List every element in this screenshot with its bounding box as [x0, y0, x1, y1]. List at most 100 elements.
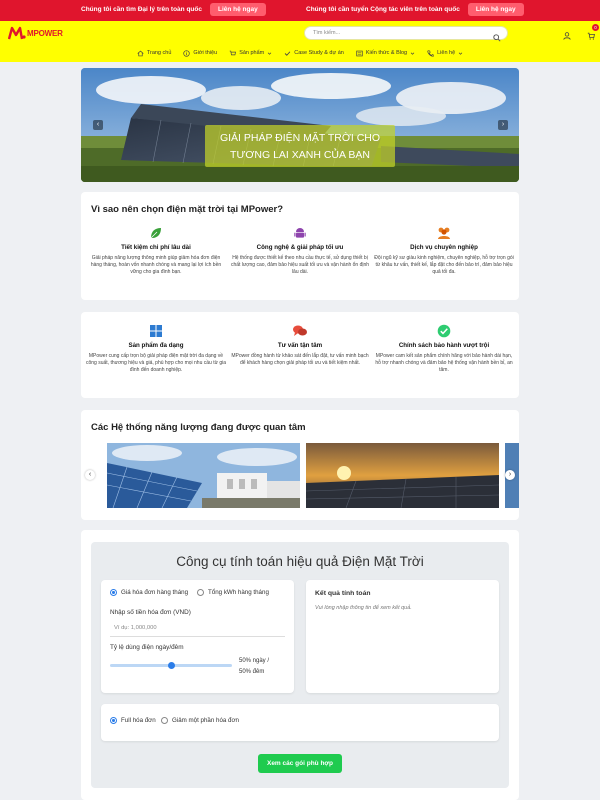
collaborator-message: Chúng tôi cần tuyển Cộng tác viên trên t… [306, 6, 460, 13]
radio-icon[interactable] [110, 717, 117, 724]
android-icon [294, 228, 306, 238]
feature-title: Tư vấn tận tâm [277, 342, 323, 349]
feature-title: Chính sách bảo hành vượt trội [398, 342, 490, 349]
feature-title: Tiết kiệm chi phí lâu dài [121, 244, 191, 251]
logo-mark-icon [8, 26, 26, 40]
bill-input-underline [110, 636, 285, 637]
ratio-value-line2: 50% đêm [239, 669, 265, 675]
scope-option-partial[interactable]: Giảm một phần hóa đơn [161, 717, 239, 724]
users-icon [438, 227, 450, 239]
mode-option-label: Giá hóa đơn hàng tháng [121, 589, 189, 596]
system-image[interactable] [306, 443, 499, 508]
feature-item: Dịch vụ chuyên nghiệp Đội ngũ kỹ sư giàu… [374, 226, 514, 276]
cart-icon [229, 50, 237, 55]
radio-icon[interactable] [197, 589, 204, 596]
feature-desc: Đội ngũ kỹ sư giàu kinh nghiệm, chuyên n… [374, 255, 514, 275]
radio-icon[interactable] [161, 717, 168, 724]
cart-count-badge: 0 [592, 24, 599, 31]
feature-item: Tiết kiệm chi phí lâu dài Giải pháp năng… [86, 226, 226, 276]
nav-item-label: Case Study & dự án [294, 50, 344, 56]
chevron-down-icon [268, 52, 272, 55]
chevron-down-icon [458, 52, 463, 55]
hero-caption-line2: TƯƠNG LAI XANH CỦA BẠN [230, 149, 370, 161]
announcement-bar: Chúng tôi cần tìm Đại lý trên toàn quốc … [0, 0, 600, 21]
home-icon [137, 50, 144, 56]
feature-title: Công nghệ & giải pháp tối ưu [256, 244, 344, 251]
feature-item: Công nghệ & giải pháp tối ưu Hệ thống đư… [230, 226, 370, 276]
scope-option-full[interactable]: Full hóa đơn [110, 717, 156, 724]
why-section-more: Sản phẩm đa dạng MPower cung cấp trọn bộ… [81, 312, 519, 398]
why-title: Vì sao nên chọn điện mặt trời tại MPower… [91, 204, 284, 215]
radio-icon[interactable] [110, 589, 117, 596]
user-icon[interactable] [563, 27, 571, 45]
nav-item-case-study[interactable]: Case Study & dự án [284, 47, 344, 59]
mode-option-bill[interactable]: Giá hóa đơn hàng tháng [110, 589, 188, 596]
info-icon [183, 49, 191, 57]
chevron-down-icon [410, 52, 415, 55]
nav-item-about[interactable]: Giới thiệu [183, 47, 217, 59]
check-circle-icon [437, 324, 451, 338]
nav-item-label: Giới thiệu [193, 50, 218, 56]
nav-item-label: Sản phẩm [239, 50, 265, 56]
ratio-slider-thumb[interactable] [167, 662, 175, 669]
calculator-title: Công cụ tính toán hiệu quả Điện Mặt Trời [176, 554, 424, 569]
scope-option-label: Full hóa đơn [121, 717, 156, 724]
feature-desc: MPower đồng hành từ khảo sát đến lắp đặt… [231, 353, 369, 366]
feature-item: Tư vấn tận tâm MPower đồng hành từ khảo … [230, 324, 370, 367]
search-placeholder: Tìm kiếm... [313, 30, 341, 36]
nav-item-products[interactable]: Sản phẩm [229, 47, 272, 59]
blog-icon [356, 50, 363, 56]
grid-icon [150, 325, 162, 337]
search-icon[interactable] [493, 29, 501, 47]
systems-title: Các Hệ thống năng lượng đang được quan t… [91, 422, 306, 433]
collaborator-announcement: Chúng tôi cần tuyển Cộng tác viên trên t… [306, 3, 524, 16]
feature-title: Sản phẩm đa dạng [128, 342, 184, 349]
cart-icon[interactable]: 0 [587, 24, 599, 45]
nav-item-home[interactable]: Trang chủ [137, 47, 172, 59]
nav-item-label: Trang chủ [146, 50, 172, 56]
mode-option-kwh[interactable]: Tổng kWh hàng tháng [197, 589, 269, 596]
hero-prev-button[interactable]: ‹ [93, 120, 103, 130]
feature-desc: MPower cung cấp trọn bộ giải pháp điện m… [86, 353, 227, 373]
nav-item-contact[interactable]: Liên hệ [427, 47, 463, 59]
systems-next-button[interactable]: › [505, 470, 515, 480]
agent-announcement: Chúng tôi cần tìm Đại lý trên toàn quốc … [81, 3, 266, 16]
site-header: MPOWER Tìm kiếm... 0 Trang chủ Giới thiệ… [0, 21, 600, 62]
logo[interactable]: MPOWER [8, 26, 63, 40]
chat-icon [293, 325, 307, 336]
nav-item-blog[interactable]: Kiến thức & Blog [356, 47, 415, 59]
phone-icon [427, 49, 434, 57]
feature-item: Sản phẩm đa dạng MPower cung cấp trọn bộ… [86, 324, 226, 374]
result-title: Kết quả tính toán [315, 590, 371, 597]
logo-text: MPOWER [27, 28, 63, 38]
bill-input[interactable]: Ví dụ: 1,000,000 [114, 625, 157, 631]
feature-item: Chính sách bảo hành vượt trội MPower cam… [374, 324, 514, 374]
agent-message: Chúng tôi cần tìm Đại lý trên toàn quốc [81, 6, 202, 13]
feature-desc: MPower cam kết sản phẩm chính hãng với b… [375, 353, 513, 373]
mode-option-label: Tổng kWh hàng tháng [208, 589, 269, 596]
hero-caption-line1: GIẢI PHÁP ĐIỆN MẶT TRỜI CHO [219, 132, 381, 144]
scope-option-label: Giảm một phần hóa đơn [172, 717, 240, 724]
hero-next-button[interactable]: › [498, 120, 508, 130]
check-icon [284, 50, 291, 56]
systems-prev-button[interactable]: ‹ [85, 470, 95, 480]
system-image[interactable] [107, 443, 300, 508]
why-section: Vì sao nên chọn điện mặt trời tại MPower… [81, 192, 519, 300]
systems-section: Các Hệ thống năng lượng đang được quan t… [81, 410, 519, 520]
view-packages-button[interactable]: Xem các gói phù hợp [258, 754, 342, 773]
calculator-scope-panel: Full hóa đơn Giảm một phần hóa đơn [101, 704, 499, 741]
calculator-result-panel: Kết quả tính toán Vui lòng nhập thông ti… [306, 580, 499, 693]
feature-title: Dịch vụ chuyên nghiệp [410, 244, 478, 251]
calculator-input-panel: Giá hóa đơn hàng tháng Tổng kWh hàng thá… [101, 580, 294, 693]
hero-caption: GIẢI PHÁP ĐIỆN MẶT TRỜI CHO TƯƠNG LAI XA… [205, 125, 395, 167]
collaborator-contact-button[interactable]: Liên hệ ngay [467, 3, 524, 16]
agent-contact-button[interactable]: Liên hệ ngay [209, 3, 266, 16]
calculator: Công cụ tính toán hiệu quả Điện Mặt Trời… [91, 542, 509, 788]
bill-label: Nhập số tiền hóa đơn (VND) [110, 609, 191, 616]
search-input[interactable]: Tìm kiếm... [304, 26, 508, 42]
main-nav: Trang chủ Giới thiệu Sản phẩm Case Study… [0, 47, 600, 59]
feature-desc: Hệ thống được thiết kế theo nhu cầu thực… [230, 255, 370, 275]
leaf-icon [150, 228, 161, 239]
ratio-label: Tỷ lệ dùng điện ngày/đêm [110, 644, 184, 651]
hero-banner: GIẢI PHÁP ĐIỆN MẶT TRỜI CHO TƯƠNG LAI XA… [81, 68, 519, 182]
